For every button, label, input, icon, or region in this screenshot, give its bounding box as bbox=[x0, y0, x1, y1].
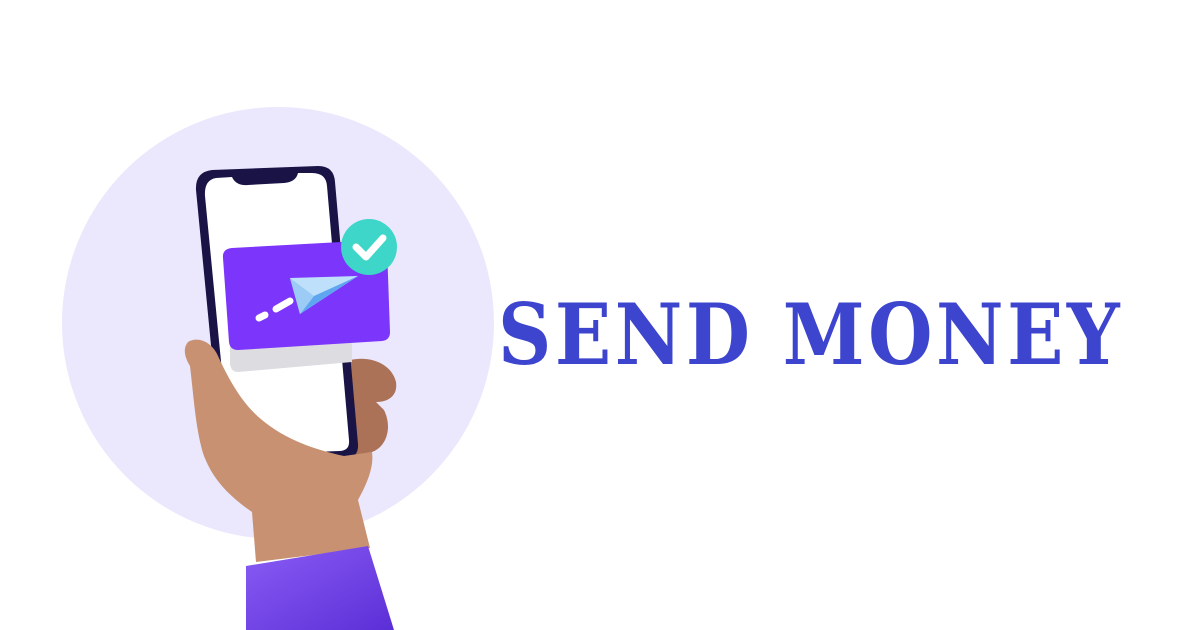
check-badge bbox=[341, 219, 397, 275]
headline: SEND MONEY bbox=[498, 285, 1124, 384]
